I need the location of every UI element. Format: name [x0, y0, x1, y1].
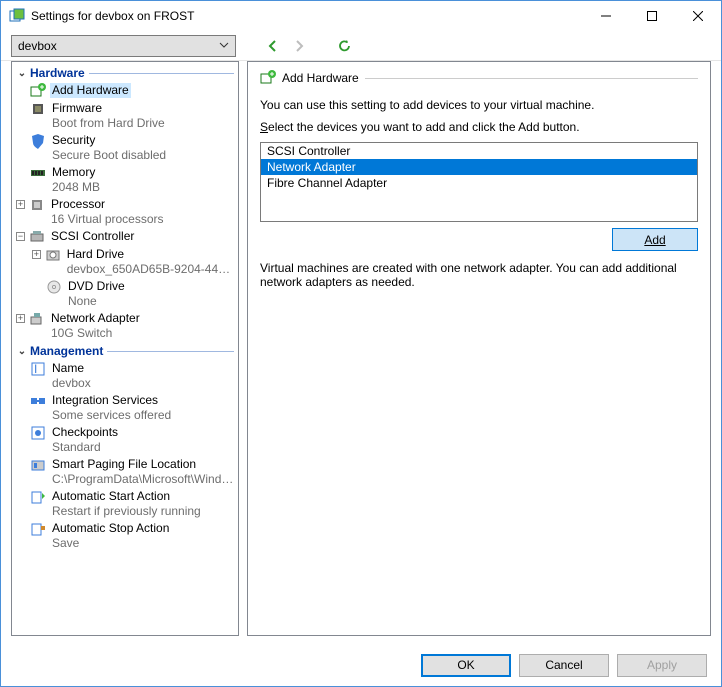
checkpoints-icon: [30, 425, 46, 441]
list-item-network-adapter[interactable]: Network Adapter: [261, 159, 697, 175]
memory-icon: [30, 165, 46, 181]
settings-window: Settings for devbox on FROST devbox ⌄ Ha…: [0, 0, 722, 687]
cpu-icon: [29, 197, 45, 213]
refresh-button[interactable]: [336, 37, 354, 55]
expand-icon[interactable]: +: [16, 314, 25, 323]
app-icon: [9, 8, 25, 24]
list-item-scsi[interactable]: SCSI Controller: [261, 143, 697, 159]
tree-item-scsi-controller[interactable]: − SCSI Controller: [12, 228, 238, 246]
autostart-icon: [30, 489, 46, 505]
content-hint: Virtual machines are created with one ne…: [260, 261, 698, 289]
hard-drive-icon: [45, 247, 61, 263]
shield-icon: [30, 133, 46, 149]
nav-forward-button[interactable]: [290, 37, 308, 55]
chevron-down-icon: ⌄: [16, 346, 28, 357]
cancel-button[interactable]: Cancel: [519, 654, 609, 677]
dvd-icon: [46, 279, 62, 295]
tree-item-autostop[interactable]: Automatic Stop ActionSave: [12, 520, 238, 552]
network-adapter-icon: [29, 311, 45, 327]
content-title: Add Hardware: [282, 71, 359, 85]
tree-item-add-hardware[interactable]: Add Hardware: [12, 82, 238, 100]
settings-tree[interactable]: ⌄ Hardware Add Hardware FirmwareBoot fro…: [11, 61, 239, 636]
window-title: Settings for devbox on FROST: [31, 9, 583, 23]
name-icon: I: [30, 361, 46, 377]
vm-selector-combo[interactable]: devbox: [11, 35, 236, 57]
content-desc2: Select the devices you want to add and c…: [260, 120, 698, 134]
dialog-footer: OK Cancel Apply: [1, 644, 721, 686]
tree-item-paging[interactable]: Smart Paging File LocationC:\ProgramData…: [12, 456, 238, 488]
chevron-down-icon: ⌄: [16, 68, 28, 79]
ok-button[interactable]: OK: [421, 654, 511, 677]
collapse-icon[interactable]: −: [16, 232, 25, 241]
maximize-button[interactable]: [629, 1, 675, 31]
add-button[interactable]: Add: [612, 228, 698, 251]
controller-icon: [29, 229, 45, 245]
minimize-button[interactable]: [583, 1, 629, 31]
add-hardware-icon: [260, 70, 276, 86]
paging-icon: [30, 457, 46, 473]
toolbar: devbox: [1, 31, 721, 61]
apply-button[interactable]: Apply: [617, 654, 707, 677]
chevron-down-icon: [219, 40, 229, 50]
autostop-icon: [30, 521, 46, 537]
content-desc1: You can use this setting to add devices …: [260, 98, 698, 112]
expand-icon[interactable]: +: [32, 250, 41, 259]
tree-item-firmware[interactable]: FirmwareBoot from Hard Drive: [12, 100, 238, 132]
list-item-fibre-channel[interactable]: Fibre Channel Adapter: [261, 175, 697, 191]
section-hardware[interactable]: ⌄ Hardware: [12, 64, 238, 82]
tree-item-name[interactable]: I Namedevbox: [12, 360, 238, 392]
tree-item-hard-drive[interactable]: + Hard Drivedevbox_650AD65B-9204-4449...: [12, 246, 238, 278]
svg-text:I: I: [34, 362, 37, 376]
expand-icon[interactable]: +: [16, 200, 25, 209]
tree-item-processor[interactable]: + Processor16 Virtual processors: [12, 196, 238, 228]
tree-item-memory[interactable]: Memory2048 MB: [12, 164, 238, 196]
tree-item-integration[interactable]: Integration ServicesSome services offere…: [12, 392, 238, 424]
tree-item-autostart[interactable]: Automatic Start ActionRestart if previou…: [12, 488, 238, 520]
content-pane: Add Hardware You can use this setting to…: [247, 61, 711, 636]
integration-icon: [30, 393, 46, 409]
tree-item-network-adapter[interactable]: + Network Adapter10G Switch: [12, 310, 238, 342]
tree-item-security[interactable]: SecuritySecure Boot disabled: [12, 132, 238, 164]
add-hardware-icon: [30, 83, 46, 99]
tree-item-dvd-drive[interactable]: DVD DriveNone: [12, 278, 238, 310]
vm-selector-value: devbox: [18, 39, 57, 53]
nav-back-button[interactable]: [264, 37, 282, 55]
device-listbox[interactable]: SCSI Controller Network Adapter Fibre Ch…: [260, 142, 698, 222]
title-bar: Settings for devbox on FROST: [1, 1, 721, 31]
tree-item-checkpoints[interactable]: CheckpointsStandard: [12, 424, 238, 456]
close-button[interactable]: [675, 1, 721, 31]
chip-icon: [30, 101, 46, 117]
section-management[interactable]: ⌄ Management: [12, 342, 238, 360]
